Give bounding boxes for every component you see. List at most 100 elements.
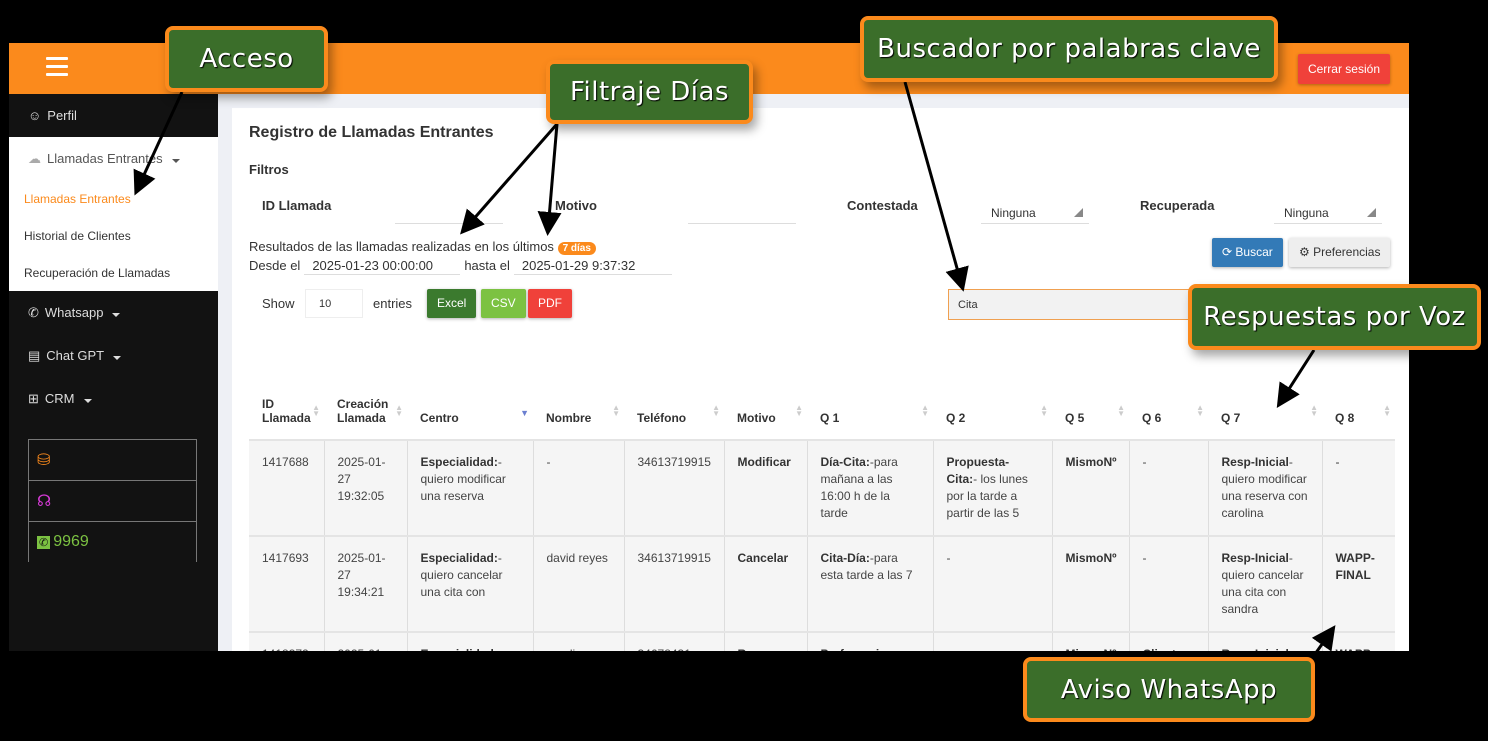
table-cell: - [1128, 440, 1208, 536]
cell-value: david reyes [546, 551, 608, 565]
whatsapp-counter: ✆ 9969 [29, 521, 196, 562]
cell-value: MismoNº [1065, 551, 1117, 565]
recuperada-label: Recuperada [1140, 198, 1215, 213]
table-cell: MismoNº [1051, 440, 1129, 536]
column-header[interactable]: Nombre ▲ ▼ [533, 383, 624, 440]
cell-key: Día-Cita: [820, 455, 870, 469]
preferencias-button[interactable]: ⚙ Preferencias [1289, 238, 1391, 267]
sort-icon: ▲ ▼ [1196, 403, 1204, 418]
hasta-label: hasta el [464, 258, 510, 273]
pdf-button[interactable]: PDF [528, 289, 572, 318]
cell-key: Cliente Nuevo: [1143, 647, 1184, 651]
table-cell: 1417693 [249, 536, 324, 632]
table-cell: 2025-01- 28 13:43:24 [323, 632, 407, 651]
column-header[interactable]: Q 8 ▲ ▼ [1322, 383, 1395, 440]
sidebar-item-label: Whatsapp [44, 305, 104, 320]
column-header-label: Q 6 [1142, 411, 1162, 425]
sidebar-item-crm[interactable]: ⊞ CRM [9, 377, 218, 420]
column-header[interactable]: Q 5 ▲ ▼ [1052, 383, 1129, 440]
sidebar-item-perfil[interactable]: ☺ Perfil [9, 94, 218, 137]
table-cell: Especialidad:- quería cita con psicologí… [406, 632, 533, 651]
motivo-input[interactable] [688, 200, 796, 224]
hasta-input[interactable]: 2025-01-29 9:37:32 [513, 258, 672, 275]
table-row[interactable]: 1417693 2025-01- 27 19:34:21 Especialidad:… [249, 536, 1395, 632]
column-header-label: Q 2 [946, 411, 966, 425]
cell-value: WAPP- FINAL [1335, 551, 1375, 582]
desde-input[interactable]: 2025-01-23 00:00:00 [304, 258, 461, 275]
column-header-label: Q 7 [1221, 411, 1241, 425]
entries-select[interactable]: 10 [305, 289, 363, 318]
cell-key: Especialidad: [421, 647, 498, 651]
excel-button[interactable]: Excel [427, 289, 477, 318]
table-cell: Cancelar [723, 536, 807, 632]
column-header[interactable]: Q 6 ▲ ▼ [1129, 383, 1208, 440]
cell-key: Preferencia: [821, 647, 890, 651]
sort-icon: ▲ ▼ [395, 403, 403, 418]
contestada-select[interactable]: Ninguna [981, 200, 1089, 224]
sort-icon: ▲ ▼ [712, 403, 720, 418]
cell-key: Resp-Inicial [1221, 455, 1289, 469]
cell-value: - [546, 455, 551, 469]
callout-acceso: Acceso [165, 26, 328, 92]
table-cell: Resp-Inicial- quiero cancelar una cita c… [1207, 536, 1322, 632]
table-cell: Especialidad:- quiero modificar una rese… [406, 440, 533, 536]
table-cell: 1418372 [249, 632, 324, 651]
table-header-row: ID Llamada ▲ ▼ Creación Llamada ▲ ▼ Centro ▼ Nom… [249, 383, 1395, 440]
column-header[interactable]: Motivo ▲ ▼ [724, 383, 807, 440]
sort-icon: ▲ ▼ [312, 403, 320, 418]
table-cell: Día-Cita:-para mañana a las 16:00 h de l… [806, 440, 933, 536]
cell-value: 34613719915 [637, 455, 711, 469]
caret-down-icon [171, 158, 180, 163]
cell-value: WAPP- FINAL [1336, 647, 1375, 651]
callout-buscador: Buscador por palabras clave [860, 16, 1278, 82]
menu-toggle-icon[interactable] [46, 57, 68, 77]
desde-label: Desde el [249, 258, 301, 273]
caret-down-icon [113, 355, 122, 360]
table-cell: 2025-01- 27 19:34:21 [323, 536, 407, 632]
buscar-button[interactable]: ⟳ Buscar [1212, 238, 1283, 267]
buscar-label: Buscar [1235, 245, 1273, 259]
whatsapp-count: 9969 [53, 533, 89, 550]
column-header[interactable]: ID Llamada ▲ ▼ [249, 383, 324, 440]
column-header[interactable]: Centro ▼ [407, 383, 533, 440]
column-header-label: Centro [420, 411, 459, 425]
sidebar-item-llamadas[interactable]: ☁ Llamadas Entrantes [9, 137, 218, 180]
sidebar-item-whatsapp[interactable]: ✆ Whatsapp [9, 291, 218, 334]
caret-down-icon [112, 312, 121, 317]
sort-icon: ▲ ▼ [921, 403, 929, 418]
table-cell: carolina pérez garcía [532, 632, 624, 651]
table-cell: Modificar [723, 440, 807, 536]
logout-button[interactable]: Cerrar sesión [1297, 54, 1390, 84]
column-header[interactable]: Q 7 ▲ ▼ [1208, 383, 1322, 440]
table-cell: - [532, 440, 624, 536]
cell-value: Cancelar [737, 551, 789, 565]
chat-icon: ▤ [28, 347, 41, 363]
sidebar-subitem-llamadas-entrantes[interactable]: Llamadas Entrantes [9, 180, 218, 217]
recuperada-select[interactable]: Ninguna [1274, 200, 1382, 224]
column-header[interactable]: Creación Llamada ▲ ▼ [324, 383, 407, 440]
user-icon: ☺ [28, 108, 42, 123]
table-row[interactable]: 1418372 2025-01- 28 13:43:24 Especialidad:… [249, 632, 1395, 651]
caret-down-icon [83, 398, 92, 403]
motivo-label: Motivo [555, 198, 597, 213]
column-header[interactable]: Q 1 ▲ ▼ [807, 383, 933, 440]
csv-button[interactable]: CSV [481, 289, 526, 318]
cell-key: Cita-Día: [820, 551, 870, 565]
sidebar-subitem-historial[interactable]: Historial de Clientes [9, 217, 218, 254]
column-header[interactable]: Teléfono ▲ ▼ [624, 383, 724, 440]
id-llamada-input[interactable] [395, 200, 503, 224]
sidebar-item-label: Llamadas Entrantes [47, 151, 163, 166]
table-cell: Propuesta-Cita:- los lunes por la tarde … [932, 440, 1052, 536]
column-header-label: Teléfono [637, 411, 687, 425]
table-cell: Reserva [723, 632, 807, 651]
show-label: Show [262, 296, 295, 311]
column-header[interactable]: Q 2 ▲ ▼ [933, 383, 1052, 440]
sidebar-item-chatgpt[interactable]: ▤ Chat GPT [9, 334, 218, 377]
preferencias-label: Preferencias [1313, 245, 1381, 259]
table-cell: 34613719915 [623, 536, 724, 632]
column-header-label: Q 5 [1065, 411, 1085, 425]
column-header-label: Motivo [737, 411, 776, 425]
sort-icon: ▲ ▼ [1040, 403, 1048, 418]
table-row[interactable]: 1417688 2025-01- 27 19:32:05 Especialidad:… [249, 440, 1395, 536]
sidebar-subitem-recuperacion[interactable]: Recuperación de Llamadas [9, 254, 218, 291]
